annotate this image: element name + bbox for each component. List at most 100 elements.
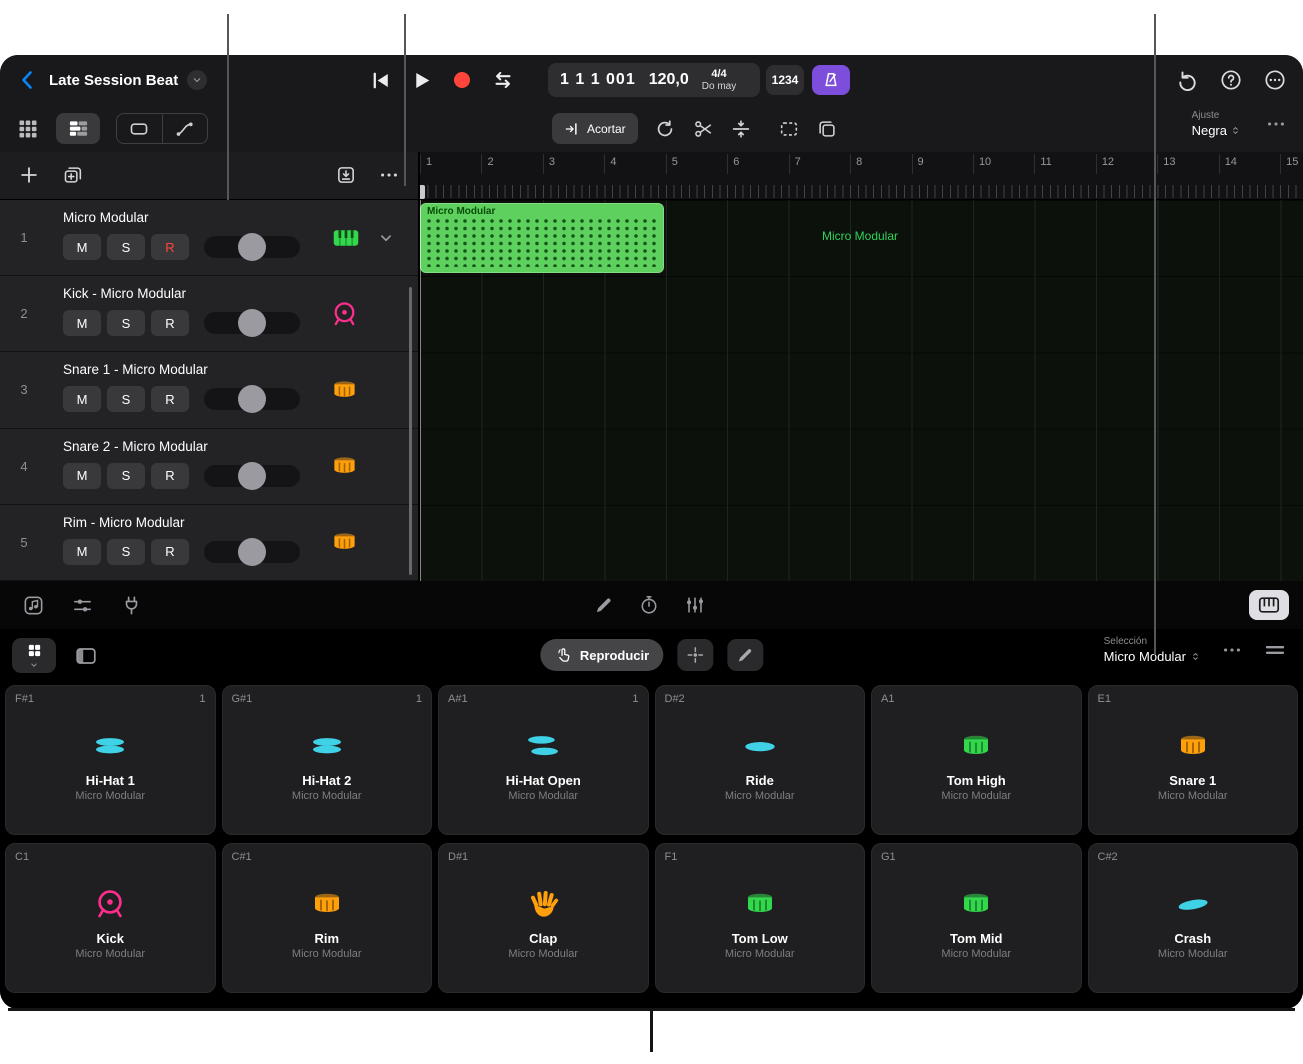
tracks-view-button[interactable] bbox=[56, 113, 100, 144]
snap-setting[interactable]: Ajuste Negra bbox=[1192, 110, 1241, 139]
bar-number: 12 bbox=[1096, 154, 1157, 174]
toolbar-more-button[interactable] bbox=[1265, 113, 1287, 135]
automation-view-button[interactable] bbox=[163, 114, 208, 143]
mute-button[interactable]: M bbox=[63, 386, 101, 412]
pads-edit-button[interactable] bbox=[727, 639, 763, 671]
volume-slider[interactable] bbox=[204, 465, 300, 487]
volume-slider[interactable] bbox=[204, 388, 300, 410]
project-menu-button[interactable] bbox=[187, 70, 207, 90]
volume-slider[interactable] bbox=[204, 236, 300, 258]
record-button[interactable] bbox=[450, 68, 474, 92]
track-row[interactable]: 5 Rim - Micro Modular M S R bbox=[0, 505, 418, 581]
drum-pad[interactable]: F1 Tom Low Micro Modular bbox=[655, 843, 866, 993]
join-tool-button[interactable] bbox=[730, 118, 752, 140]
metronome-button[interactable] bbox=[812, 65, 850, 95]
mute-button[interactable]: M bbox=[63, 234, 101, 260]
trim-tool-button[interactable]: Acortar bbox=[552, 113, 638, 144]
pads-selection-control[interactable]: Selección Micro Modular bbox=[1104, 636, 1201, 665]
volume-knob[interactable] bbox=[238, 309, 266, 337]
regions-view-button[interactable] bbox=[117, 114, 163, 143]
loop-tool-button[interactable] bbox=[654, 118, 676, 140]
drum-pad[interactable]: G1 Tom Mid Micro Modular bbox=[871, 843, 1082, 993]
drum-pad[interactable]: E1 Snare 1 Micro Modular bbox=[1088, 685, 1299, 835]
panel-resize-handle[interactable] bbox=[1263, 638, 1287, 662]
play-button[interactable] bbox=[409, 68, 434, 93]
pad-badge: 1 bbox=[199, 693, 205, 705]
volume-knob[interactable] bbox=[238, 385, 266, 413]
timeline-lanes[interactable]: Micro Modular Micro Modular bbox=[418, 200, 1303, 581]
live-loops-grid-button[interactable] bbox=[16, 117, 40, 141]
record-enable-button[interactable]: R bbox=[151, 386, 189, 412]
volume-slider[interactable] bbox=[204, 312, 300, 334]
region-floating-label: Micro Modular bbox=[822, 229, 898, 243]
drum-pad[interactable]: D#1 Clap Micro Modular bbox=[438, 843, 649, 993]
pads-sidebar-toggle[interactable] bbox=[74, 644, 98, 668]
track-row[interactable]: 4 Snare 2 - Micro Modular M S R bbox=[0, 429, 418, 505]
mute-button[interactable]: M bbox=[63, 310, 101, 336]
copy-tool-button[interactable] bbox=[816, 118, 838, 140]
add-track-button[interactable] bbox=[18, 164, 40, 186]
drum-pad[interactable]: C#1 Rim Micro Modular bbox=[222, 843, 433, 993]
back-button[interactable] bbox=[16, 68, 40, 92]
solo-button[interactable]: S bbox=[107, 539, 145, 565]
track-header-more-button[interactable] bbox=[378, 164, 400, 186]
volume-knob[interactable] bbox=[238, 233, 266, 261]
help-button[interactable] bbox=[1219, 68, 1243, 92]
edit-pencil-button[interactable] bbox=[593, 595, 614, 616]
keyboard-panel-button[interactable] bbox=[1249, 590, 1289, 620]
duplicate-track-button[interactable] bbox=[62, 164, 84, 186]
solo-button[interactable]: S bbox=[107, 234, 145, 260]
quantize-clock-button[interactable] bbox=[638, 594, 660, 616]
bar-number: 7 bbox=[789, 154, 850, 174]
split-tool-button[interactable] bbox=[692, 118, 714, 140]
volume-knob[interactable] bbox=[238, 538, 266, 566]
bar-ruler[interactable]: 1 2 3 4 5 6 7 8 9 10 11 12 13 14 15 bbox=[420, 152, 1303, 200]
solo-button[interactable]: S bbox=[107, 386, 145, 412]
main-toolbar: Late Session Beat 1 1 1 001 120,0 4/4 Do… bbox=[0, 55, 1303, 106]
lcd-display[interactable]: 1 1 1 001 120,0 4/4 Do may bbox=[548, 63, 760, 97]
levels-button[interactable] bbox=[684, 594, 706, 616]
mixer-button[interactable] bbox=[71, 594, 94, 617]
more-options-button[interactable] bbox=[1263, 68, 1287, 92]
plugins-button[interactable] bbox=[120, 594, 143, 617]
solo-button[interactable]: S bbox=[107, 310, 145, 336]
pads-more-button[interactable] bbox=[1221, 639, 1243, 661]
track-list-scrollbar[interactable] bbox=[409, 287, 412, 575]
count-in-button[interactable]: 1234 bbox=[766, 65, 804, 95]
chevron-down-icon bbox=[29, 660, 39, 670]
undo-button[interactable] bbox=[1175, 68, 1199, 92]
track-row[interactable]: 3 Snare 1 - Micro Modular M S R bbox=[0, 352, 418, 428]
drum-pads-panel: Reproducir Selección Micro Modular bbox=[0, 629, 1303, 1009]
pad-note-label: F1 bbox=[665, 851, 678, 863]
track-row[interactable]: 2 Kick - Micro Modular M S R bbox=[0, 276, 418, 352]
cycle-button[interactable] bbox=[490, 67, 516, 93]
marquee-tool-button[interactable] bbox=[778, 118, 800, 140]
record-enable-button[interactable]: R bbox=[151, 310, 189, 336]
playhead-handle[interactable] bbox=[420, 185, 425, 199]
import-track-button[interactable] bbox=[335, 164, 357, 186]
track-row[interactable]: 1 Micro Modular M S R bbox=[0, 200, 418, 276]
track-stack-chevron-button[interactable] bbox=[377, 229, 395, 247]
pads-position-button[interactable] bbox=[677, 639, 713, 671]
midi-region[interactable]: Micro Modular bbox=[420, 203, 664, 273]
mute-button[interactable]: M bbox=[63, 539, 101, 565]
drum-pad[interactable]: A#1 1 Hi-Hat Open Micro Modular bbox=[438, 685, 649, 835]
drum-pad[interactable]: G#1 1 Hi-Hat 2 Micro Modular bbox=[222, 685, 433, 835]
record-enable-button[interactable]: R bbox=[151, 463, 189, 489]
drum-pad[interactable]: C#2 Crash Micro Modular bbox=[1088, 843, 1299, 993]
record-enable-button[interactable]: R bbox=[151, 234, 189, 260]
drum-pad[interactable]: D#2 Ride Micro Modular bbox=[655, 685, 866, 835]
drum-pad[interactable]: F#1 1 Hi-Hat 1 Micro Modular bbox=[5, 685, 216, 835]
drum-pad[interactable]: A1 Tom High Micro Modular bbox=[871, 685, 1082, 835]
volume-knob[interactable] bbox=[238, 462, 266, 490]
browser-button[interactable] bbox=[22, 594, 45, 617]
record-enable-button[interactable]: R bbox=[151, 539, 189, 565]
drum-pad[interactable]: C1 Kick Micro Modular bbox=[5, 843, 216, 993]
bar-number: 8 bbox=[850, 154, 911, 174]
mute-button[interactable]: M bbox=[63, 463, 101, 489]
solo-button[interactable]: S bbox=[107, 463, 145, 489]
volume-slider[interactable] bbox=[204, 541, 300, 563]
go-to-beginning-button[interactable] bbox=[368, 68, 393, 93]
pads-play-mode-button[interactable]: Reproducir bbox=[540, 639, 663, 671]
pads-view-button[interactable] bbox=[12, 638, 56, 673]
